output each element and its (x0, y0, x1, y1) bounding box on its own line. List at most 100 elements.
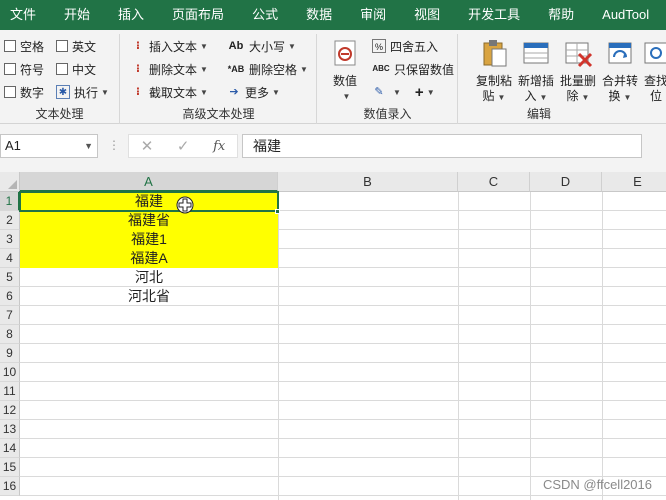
watermark: CSDN @ffcell2016 (542, 477, 652, 492)
worksheet-grid[interactable]: A B C D E 1 2 3 4 5 6 7 8 9 10 11 12 13 14 15 16 福建 福建省 福建… (0, 172, 666, 500)
merge-convert-button[interactable]: 合并转 换 ▼ (599, 38, 641, 105)
text-processing-label: 文本处理 (35, 107, 84, 121)
row-gridline (20, 457, 666, 458)
numeric-button[interactable]: 数值 ▼ (324, 38, 366, 104)
insert-function-icon[interactable]: fx (213, 139, 225, 154)
case-button[interactable]: Ab 大小写 ▼ (227, 36, 296, 56)
row-header-14[interactable]: 14 (0, 439, 20, 458)
cell-a3[interactable]: 福建1 (20, 230, 278, 249)
select-all-corner[interactable] (0, 172, 20, 192)
chevron-down-icon: ▼ (200, 64, 208, 74)
extract-text-button[interactable]: ⁝ 截取文本 ▼ (131, 82, 208, 102)
find-icon (644, 42, 666, 64)
more-button[interactable]: ➔ 更多 ▼ (227, 82, 280, 102)
insert-text-button[interactable]: ⁝ 插入文本 ▼ (131, 36, 208, 56)
chevron-down-icon: ▼ (288, 41, 296, 51)
row-header-8[interactable]: 8 (0, 325, 20, 344)
find-locate-button[interactable]: 查找 位 (641, 38, 666, 104)
row-gridline (20, 400, 666, 401)
name-box[interactable]: A1 ▼ (0, 134, 98, 158)
check-symbol[interactable]: 符号 (4, 59, 44, 79)
row-header-7[interactable]: 7 (0, 306, 20, 325)
cell-a4[interactable]: 福建A (20, 249, 278, 268)
row-header-9[interactable]: 9 (0, 344, 20, 363)
chevron-down-icon: ▼ (497, 93, 506, 102)
round-button[interactable]: % 四舍五入 (372, 36, 438, 56)
delete-text-icon: ⁝ (135, 63, 141, 75)
checkbox-icon[interactable] (4, 63, 16, 75)
chevron-down-icon: ▼ (300, 64, 308, 74)
row-header-12[interactable]: 12 (0, 401, 20, 420)
new-insert-button[interactable]: 新增插 入 ▼ (515, 38, 557, 105)
checkbox-icon[interactable] (4, 40, 16, 52)
column-gridline (530, 192, 531, 500)
copy-paste-button[interactable]: 复制粘 贴 ▼ (473, 38, 515, 105)
batch-delete-button[interactable]: 批量删 除 ▼ (557, 38, 599, 105)
fill-handle[interactable] (275, 209, 280, 214)
numeric-entry-group: 数值 ▼ % 四舍五入 ABC 只保留数值 ✎ ▼ + ▼ 数值录入 (318, 34, 458, 124)
menu-review[interactable]: 审阅 (346, 0, 400, 30)
menu-home[interactable]: 开始 (50, 0, 104, 30)
delete-table-icon (565, 42, 593, 68)
cell-a2[interactable]: 福建省 (20, 211, 278, 230)
execute-button[interactable]: ✱ 执行 ▼ (56, 82, 109, 102)
row-gridline (20, 438, 666, 439)
entry-tool-button[interactable]: ✎ ▼ + ▼ (372, 82, 435, 102)
check-number[interactable]: 数字 (4, 82, 44, 102)
row-header-3[interactable]: 3 (0, 230, 20, 249)
active-cell-border (19, 191, 279, 212)
row-header-6[interactable]: 6 (0, 287, 20, 306)
checkbox-icon[interactable] (56, 40, 68, 52)
clipboard-icon (483, 40, 507, 67)
row-header-1[interactable]: 1 (0, 192, 20, 211)
menu-view[interactable]: 视图 (400, 0, 454, 30)
remove-spaces-icon: *AB (227, 64, 245, 74)
cell-a5[interactable]: 河北 (20, 268, 278, 287)
delete-text-button[interactable]: ⁝ 删除文本 ▼ (131, 59, 208, 79)
row-header-15[interactable]: 15 (0, 458, 20, 477)
remove-spaces-button[interactable]: *AB 删除空格 ▼ (227, 59, 308, 79)
menu-audtool[interactable]: AudTool (588, 0, 663, 30)
column-header-c[interactable]: C (458, 172, 530, 192)
keep-numbers-button[interactable]: ABC 只保留数值 (372, 59, 454, 79)
insert-text-icon: ⁝ (135, 40, 141, 52)
checkbox-icon[interactable] (56, 63, 68, 75)
row-header-13[interactable]: 13 (0, 420, 20, 439)
menu-insert[interactable]: 插入 (104, 0, 158, 30)
column-header-e[interactable]: E (602, 172, 666, 192)
row-header-4[interactable]: 4 (0, 249, 20, 268)
plus-icon[interactable]: + (415, 84, 424, 101)
checkbox-icon[interactable] (4, 86, 16, 98)
chevron-down-icon[interactable]: ▼ (84, 135, 93, 157)
menu-file[interactable]: 文件 (0, 0, 50, 30)
chevron-down-icon: ▼ (426, 87, 435, 97)
cancel-icon[interactable]: ✕ (141, 137, 154, 155)
column-header-a[interactable]: A (20, 172, 278, 192)
row-header-5[interactable]: 5 (0, 268, 20, 287)
check-space[interactable]: 空格 (4, 36, 44, 56)
numeric-icon (334, 40, 356, 66)
formula-bar-grip-icon: ⋮ (108, 138, 120, 152)
chevron-down-icon: ▼ (393, 87, 401, 97)
check-chinese[interactable]: 中文 (56, 59, 96, 79)
formula-bar: A1 ▼ ⋮ ✕ ✓ fx 福建 (0, 124, 666, 172)
row-header-10[interactable]: 10 (0, 363, 20, 382)
row-header-2[interactable]: 2 (0, 211, 20, 230)
row-header-16[interactable]: 16 (0, 477, 20, 496)
check-english[interactable]: 英文 (56, 36, 96, 56)
confirm-icon[interactable]: ✓ (177, 137, 190, 155)
run-icon: ✱ (56, 85, 70, 99)
menu-page-layout[interactable]: 页面布局 (158, 0, 238, 30)
menu-developer[interactable]: 开发工具 (454, 0, 534, 30)
row-header-11[interactable]: 11 (0, 382, 20, 401)
cell-a6[interactable]: 河北省 (20, 287, 278, 306)
menu-data[interactable]: 数据 (292, 0, 346, 30)
formula-input[interactable]: 福建 (242, 134, 642, 158)
menu-help[interactable]: 帮助 (534, 0, 588, 30)
insert-rows-icon (523, 42, 549, 64)
column-header-b[interactable]: B (278, 172, 458, 192)
ribbon: 空格 英文 符号 中文 数字 ✱ 执行 ▼ 文本处理 ⁝ 插入文本 ▼ ⁝ 删除文本 ▼ ⁝… (0, 30, 666, 124)
edit-form-icon: ✎ (374, 86, 384, 98)
column-header-d[interactable]: D (530, 172, 602, 192)
menu-formulas[interactable]: 公式 (238, 0, 292, 30)
